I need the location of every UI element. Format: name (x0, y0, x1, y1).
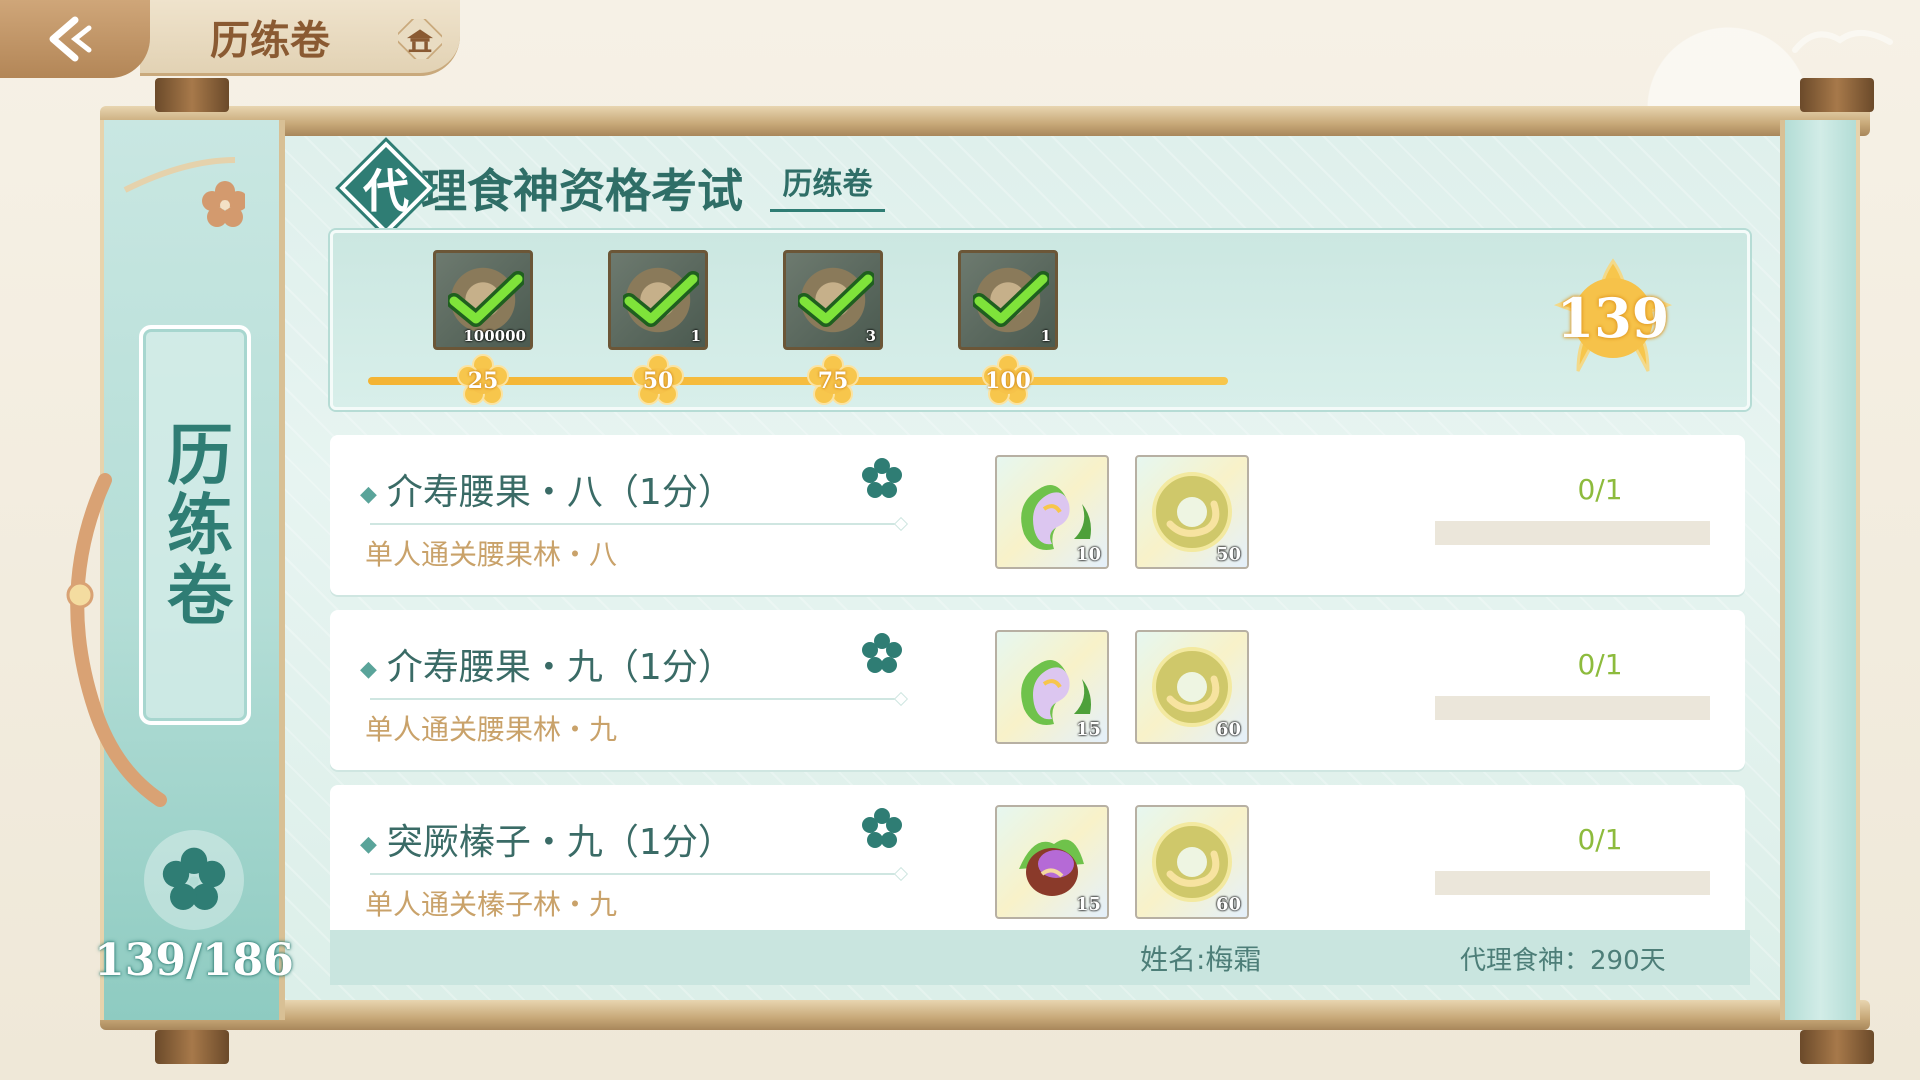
milestone-marker: 50 (630, 353, 686, 409)
diamond-bullet-icon: ◆ (360, 656, 377, 682)
milestone-reward[interactable]: 100000 (433, 250, 533, 350)
claimed-check-icon (623, 271, 699, 327)
pavilion-icon (398, 19, 442, 59)
task-title-text: 介寿腰果・九（1分） (386, 647, 734, 688)
reward-quantity: 100000 (463, 327, 526, 345)
diamond-bullet-icon: ◆ (360, 481, 377, 507)
player-name: 姓名:梅霜 (1140, 943, 1262, 976)
claimed-check-icon (798, 271, 874, 327)
task-title-text: 突厥榛子・九（1分） (386, 822, 734, 863)
milestone-reward[interactable]: 1 (958, 250, 1058, 350)
scroll-rod-top (100, 106, 1870, 136)
task-progress-bar (1435, 696, 1710, 720)
right-scroll-roll (1780, 120, 1860, 1020)
claimed-check-icon (448, 271, 524, 327)
reward-quantity: 60 (1215, 894, 1241, 915)
reward-quantity: 1 (1040, 327, 1051, 345)
tassel-decoration-icon (66, 157, 245, 807)
top-bar: 历练卷 (0, 0, 470, 78)
cloud-decoration-icon (1792, 30, 1893, 53)
reward-quantity: 60 (1215, 719, 1241, 740)
rod-knob (155, 78, 229, 112)
exam-title-first-char: 代 (363, 164, 409, 218)
back-arrow-icon (49, 16, 92, 62)
task-row: ◆ 介寿腰果・九（1分） 单人通关腰果林・九 15 60 0/1 (330, 610, 1745, 770)
task-description: 单人通关腰果林・九 (365, 713, 618, 746)
rod-knob (1800, 1030, 1874, 1064)
tab-training-scroll[interactable]: 历练卷 (770, 162, 885, 212)
milestone-score: 139 (1556, 286, 1670, 350)
task-title-text: 介寿腰果・八（1分） (386, 472, 734, 513)
reward-item[interactable]: 15 (995, 630, 1109, 744)
task-row: ◆ 介寿腰果・八（1分） 单人通关腰果林・八 10 50 0/1 (330, 435, 1745, 595)
reward-quantity: 3 (865, 327, 876, 345)
reward-item[interactable]: 10 (995, 455, 1109, 569)
scroll-rod-bottom (100, 1000, 1870, 1030)
milestone-threshold: 25 (467, 368, 499, 394)
task-progress-text: 0/1 (1577, 473, 1623, 506)
page-title: 历练卷 (210, 16, 330, 64)
exam-title-text: 理食神资格考试 (421, 164, 743, 218)
footer-bar: 姓名:梅霜 代理食神：290天 (330, 930, 1750, 985)
home-button[interactable] (395, 16, 445, 62)
plum-flower-icon (862, 458, 902, 498)
task-description: 单人通关腰果林・八 (365, 538, 618, 571)
diamond-bullet-icon: ◆ (360, 831, 377, 857)
task-progress-bar (1435, 871, 1710, 895)
task-row: ◆ 突厥榛子・九（1分） 单人通关榛子林・九 15 60 0/1 (330, 785, 1745, 945)
task-progress-text: 0/1 (1577, 823, 1623, 856)
task-progress-bar (1435, 521, 1710, 545)
task-progress-text: 0/1 (1577, 648, 1623, 681)
milestone-marker: 75 (805, 353, 861, 409)
milestone-threshold: 100 (985, 368, 1031, 394)
reward-quantity: 15 (1075, 894, 1101, 915)
total-progress-count: 139/186 (94, 935, 294, 986)
divider (370, 873, 900, 875)
plum-flower-icon (144, 830, 244, 930)
task-title: ◆ 介寿腰果・九（1分） (360, 638, 734, 690)
exam-title: 代 理食神资格考试 (339, 141, 743, 235)
divider (370, 698, 900, 700)
plum-flower-icon (862, 808, 902, 848)
back-button[interactable] (0, 0, 150, 78)
milestone-reward[interactable]: 3 (783, 250, 883, 350)
reward-item[interactable]: 60 (1135, 805, 1249, 919)
milestone-threshold: 75 (817, 368, 849, 394)
claimed-check-icon (973, 271, 1049, 327)
reward-quantity: 50 (1215, 544, 1241, 565)
reward-quantity: 15 (1075, 719, 1101, 740)
reward-item[interactable]: 60 (1135, 630, 1249, 744)
plum-flower-icon (862, 633, 902, 673)
task-title: ◆ 介寿腰果・八（1分） (360, 463, 734, 515)
rod-knob (1800, 78, 1874, 112)
task-title: ◆ 突厥榛子・九（1分） (360, 813, 734, 865)
reward-quantity: 1 (690, 327, 701, 345)
milestone-marker: 25 (455, 353, 511, 409)
reward-quantity: 10 (1075, 544, 1101, 565)
milestone-threshold: 50 (642, 368, 674, 394)
agent-days: 代理食神：290天 (1460, 946, 1666, 976)
rod-knob (155, 1030, 229, 1064)
task-description: 单人通关榛子林・九 (365, 888, 618, 921)
divider (370, 523, 900, 525)
milestone-panel: 100000 25 1 50 3 75 1 100 139 (330, 230, 1750, 410)
score-badge: 139 (1548, 253, 1678, 383)
milestone-reward[interactable]: 1 (608, 250, 708, 350)
milestone-marker: 100 (980, 353, 1036, 409)
reward-item[interactable]: 50 (1135, 455, 1249, 569)
reward-item[interactable]: 15 (995, 805, 1109, 919)
